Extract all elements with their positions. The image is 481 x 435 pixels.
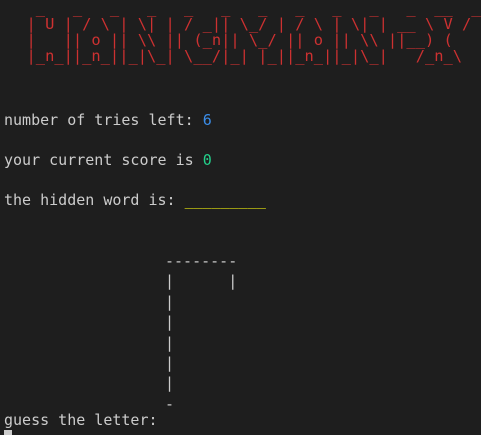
- hidden-word-label: the hidden word is:: [4, 191, 185, 209]
- hidden-word-value: _________: [184, 191, 266, 209]
- tries-left-value: 6: [202, 111, 212, 129]
- tries-left-label: number of tries left:: [4, 111, 203, 129]
- gallows-ascii-art: -------- | | | | | | | -: [165, 252, 238, 413]
- score-line: your current score is 0: [4, 150, 212, 170]
- score-label: your current score is: [4, 151, 203, 169]
- guess-prompt: guess the letter:: [4, 411, 158, 429]
- tries-left-line: number of tries left: 6: [4, 110, 212, 130]
- score-value: 0: [202, 151, 212, 169]
- terminal-cursor[interactable]: [4, 430, 12, 435]
- hangman-ascii-banner: _ _ _ _ _ _ _ _ _ _ _ __ __ | U | / \ | …: [26, 0, 481, 65]
- hidden-word-line: the hidden word is: _________: [4, 190, 266, 210]
